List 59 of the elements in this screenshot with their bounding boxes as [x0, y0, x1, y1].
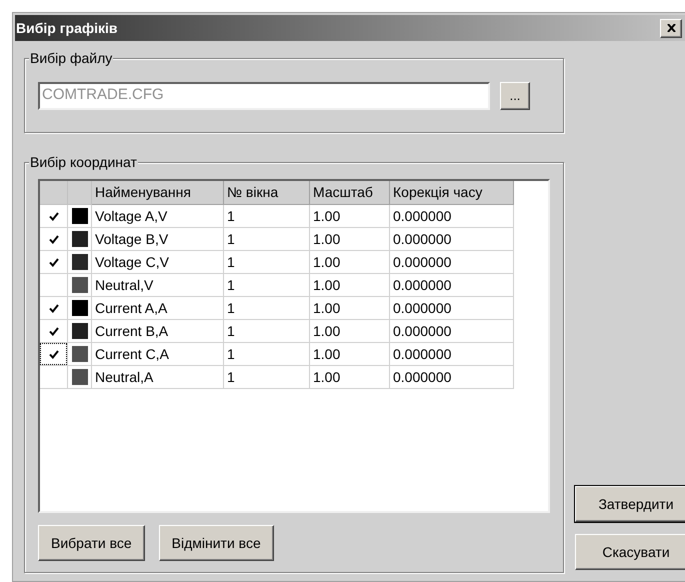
select-button[interactable]: Відмінити все: [158, 525, 274, 561]
table-cell: Neutral,A: [92, 366, 224, 389]
checkmark-icon: [48, 212, 58, 220]
table-cell: Current B,A: [92, 320, 224, 343]
table-cell: 0.000000: [390, 274, 514, 297]
table-cell: 1: [224, 366, 310, 389]
table-cell: Voltage B,V: [92, 228, 224, 251]
column-header: [40, 181, 68, 205]
color-swatch[interactable]: [72, 323, 88, 339]
window-title: Вибір графіків: [16, 18, 119, 38]
select-button[interactable]: Вибрати все: [38, 525, 145, 561]
table-cell: 1: [224, 320, 310, 343]
checkmark-icon: [48, 304, 58, 312]
table-cell: 1.00: [310, 274, 390, 297]
table-cell: 1: [224, 274, 310, 297]
table-cell: 1: [224, 228, 310, 251]
table-cell: Voltage A,V: [92, 205, 224, 228]
table-cell: 0.000000: [390, 205, 514, 228]
column-header[interactable]: Корекція часу: [390, 181, 514, 205]
table-cell: Current A,A: [92, 297, 224, 320]
table-cell: 1: [224, 343, 310, 366]
table-cell: 1.00: [310, 228, 390, 251]
table-cell: 0.000000: [390, 251, 514, 274]
column-header[interactable]: № вікна: [224, 181, 310, 205]
table-cell: 1: [224, 251, 310, 274]
color-swatch[interactable]: [72, 254, 88, 270]
color-swatch[interactable]: [72, 369, 88, 385]
close-icon: [666, 24, 676, 32]
color-swatch[interactable]: [72, 277, 88, 293]
close-button[interactable]: [660, 18, 682, 38]
table-cell: 0.000000: [390, 228, 514, 251]
table-cell: 1: [224, 297, 310, 320]
table-cell: 1.00: [310, 251, 390, 274]
checkmark-icon: [48, 326, 58, 336]
column-header[interactable]: Масштаб: [310, 181, 390, 205]
table-cell: 1.00: [310, 366, 390, 389]
color-swatch[interactable]: [72, 208, 88, 224]
checkmark-icon: [48, 258, 58, 266]
checkmark-icon: [48, 350, 58, 358]
table-cell: 0.000000: [390, 343, 514, 366]
table-cell: 1: [224, 205, 310, 228]
color-swatch[interactable]: [72, 231, 88, 247]
table-cell: Neutral,V: [92, 274, 224, 297]
table-cell: 0.000000: [390, 366, 514, 389]
table-cell: Voltage C,V: [92, 251, 224, 274]
table-cell: 1.00: [310, 205, 390, 228]
table-cell: 0.000000: [390, 320, 514, 343]
dialog-button[interactable]: Скасувати: [575, 534, 685, 570]
dialog-button[interactable]: Затвердити: [575, 486, 685, 522]
table-cell: 1.00: [310, 297, 390, 320]
browse-button[interactable]: ...: [500, 82, 530, 110]
color-swatch[interactable]: [72, 346, 88, 362]
table-cell: 0.000000: [390, 297, 514, 320]
table-cell: Current C,A: [92, 343, 224, 366]
table-cell: 1.00: [310, 343, 390, 366]
checkmark-icon: [48, 234, 58, 244]
color-swatch[interactable]: [72, 300, 88, 316]
table-cell: 1.00: [310, 320, 390, 343]
column-header[interactable]: Найменування: [92, 181, 224, 205]
